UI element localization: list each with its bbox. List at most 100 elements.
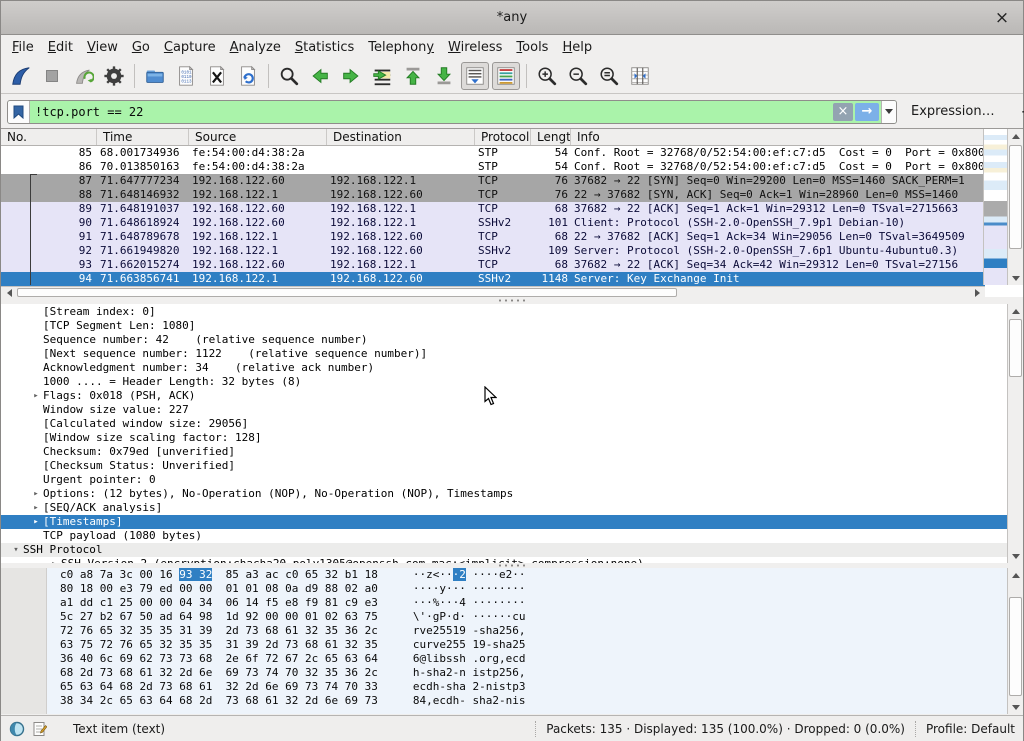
hex-bytes[interactable]: c0 a8 7a 3c 00 16 93 32 85 a3 ac c0 65 3… <box>60 568 378 582</box>
reload-file-button[interactable] <box>234 62 262 90</box>
detail-row[interactable]: [Calculated window size: 29056] <box>1 417 1009 431</box>
scrollbar-thumb[interactable] <box>1009 597 1022 696</box>
go-first-packet-button[interactable] <box>399 62 427 90</box>
detail-row[interactable]: [TCP Segment Len: 1080] <box>1 319 1009 333</box>
capture-options-button[interactable] <box>100 62 128 90</box>
detail-row[interactable]: ▸Options: (12 bytes), No-Operation (NOP)… <box>1 487 1009 501</box>
pane-splitter[interactable] <box>1 297 1023 304</box>
filter-history-dropdown[interactable] <box>881 100 896 124</box>
packet-row-91[interactable]: 9171.648789678192.168.122.1192.168.122.6… <box>1 230 985 244</box>
column-header-time[interactable]: Time <box>97 129 189 145</box>
hex-bytes[interactable]: 38 34 2c 65 63 64 68 2d 73 68 61 32 2d 6… <box>60 694 378 708</box>
scroll-up-arrow[interactable] <box>1008 568 1023 582</box>
packet-list-header[interactable]: No.TimeSourceDestinationProtocolLengthIn… <box>1 129 1023 146</box>
scroll-up-arrow[interactable] <box>1008 304 1023 318</box>
filter-input[interactable]: !tcp.port == 22 <box>30 105 833 119</box>
save-file-button[interactable]: 0101 0110 0113 <box>172 62 200 90</box>
menu-help[interactable]: Help <box>555 38 599 57</box>
tree-expand-right-icon[interactable]: ▸ <box>29 501 43 515</box>
hex-bytes[interactable]: 65 63 64 68 2d 73 68 61 32 2d 6e 69 73 7… <box>60 680 378 694</box>
menu-telephony[interactable]: Telephony <box>361 38 441 57</box>
hex-row-0090[interactable]: 009068 2d 73 68 61 32 2d 6e 69 73 74 70 … <box>1 666 1023 680</box>
filter-bookmark-button[interactable] <box>8 101 30 123</box>
column-header-info[interactable]: Info <box>571 129 1023 145</box>
ascii-bytes[interactable]: rve25519 -sha256, <box>413 624 526 638</box>
detail-row[interactable]: Urgent pointer: 0 <box>1 473 1009 487</box>
menu-go[interactable]: Go <box>125 38 157 57</box>
add-filter-button[interactable]: + <box>1021 102 1024 121</box>
detail-row[interactable]: ▸Flags: 0x018 (PSH, ACK) <box>1 389 1009 403</box>
menu-analyze[interactable]: Analyze <box>223 38 288 57</box>
packet-row-89[interactable]: 8971.648191037192.168.122.60192.168.122.… <box>1 202 985 216</box>
close-window-button[interactable]: × <box>991 7 1013 29</box>
scroll-down-arrow[interactable] <box>1008 700 1023 714</box>
display-filter-field[interactable]: !tcp.port == 22 × → <box>7 100 897 124</box>
ascii-bytes[interactable]: ····y··· ········ <box>413 582 526 596</box>
column-header-no[interactable]: No. <box>1 129 97 145</box>
hex-row-0050[interactable]: 00505c 27 b2 67 50 ad 64 98 1d 92 00 00 … <box>1 610 1023 624</box>
start-capture-button[interactable] <box>7 62 35 90</box>
open-file-button[interactable] <box>141 62 169 90</box>
detail-row[interactable]: ▾SSH Protocol <box>1 543 1009 557</box>
filter-clear-button[interactable]: × <box>833 103 853 121</box>
detail-row[interactable]: Window size value: 227 <box>1 403 1009 417</box>
hex-row-0070[interactable]: 007063 75 72 76 65 32 35 35 31 39 2d 73 … <box>1 638 1023 652</box>
ascii-bytes[interactable]: ··z<···2 ····e2·· <box>413 568 526 582</box>
menu-tools[interactable]: Tools <box>509 38 555 57</box>
column-header-destination[interactable]: Destination <box>327 129 475 145</box>
tree-expand-right-icon[interactable]: ▸ <box>29 487 43 501</box>
packet-list-vertical-scrollbar[interactable] <box>1007 129 1023 285</box>
hex-row-0040[interactable]: 0040a1 dd c1 25 00 00 04 34 06 14 f5 e8 … <box>1 596 1023 610</box>
ascii-bytes[interactable]: \'·gP·d· ······cu <box>413 610 526 624</box>
tree-expand-right-icon[interactable]: ▸ <box>29 389 43 403</box>
close-file-button[interactable] <box>203 62 231 90</box>
scroll-down-arrow[interactable] <box>1008 549 1023 563</box>
go-last-packet-button[interactable] <box>430 62 458 90</box>
expert-info-icon[interactable] <box>9 721 25 737</box>
detail-row[interactable]: Acknowledgment number: 34 (relative ack … <box>1 361 1009 375</box>
hex-bytes[interactable]: 36 40 6c 69 62 73 73 68 2e 6f 72 67 2c 6… <box>60 652 378 666</box>
column-header-source[interactable]: Source <box>189 129 327 145</box>
colorize-button[interactable] <box>492 62 520 90</box>
menu-file[interactable]: File <box>5 38 41 57</box>
scrollbar-thumb[interactable] <box>17 288 677 297</box>
title-bar[interactable]: *any × <box>1 1 1023 35</box>
ascii-bytes[interactable]: curve255 19-sha25 <box>413 638 526 652</box>
zoom-reset-button[interactable] <box>595 62 623 90</box>
detail-row[interactable]: ▸[Timestamps] <box>1 515 1009 529</box>
details-vertical-scrollbar[interactable] <box>1007 304 1023 563</box>
detail-row[interactable]: ▸[SEQ/ACK analysis] <box>1 501 1009 515</box>
hex-row-0030[interactable]: 003080 18 00 e3 79 ed 00 00 01 01 08 0a … <box>1 582 1023 596</box>
go-to-packet-button[interactable] <box>368 62 396 90</box>
go-forward-button[interactable] <box>337 62 365 90</box>
profile-status[interactable]: Profile: Default <box>926 722 1015 736</box>
ascii-bytes[interactable]: ecdh-sha 2-nistp3 <box>413 680 526 694</box>
filter-apply-button[interactable]: → <box>855 103 879 121</box>
stop-capture-button[interactable] <box>38 62 66 90</box>
scroll-up-arrow[interactable] <box>1008 129 1024 143</box>
tree-expand-right-icon[interactable]: ▸ <box>29 515 43 529</box>
tree-expand-down-icon[interactable]: ▾ <box>9 543 23 557</box>
menu-wireless[interactable]: Wireless <box>441 38 509 57</box>
ascii-bytes[interactable]: ···%···4 ········ <box>413 596 526 610</box>
scroll-down-arrow[interactable] <box>1008 271 1024 285</box>
scrollbar-thumb[interactable] <box>1009 145 1022 249</box>
detail-row[interactable]: TCP payload (1080 bytes) <box>1 529 1009 543</box>
hex-row-0080[interactable]: 008036 40 6c 69 62 73 73 68 2e 6f 72 67 … <box>1 652 1023 666</box>
detail-row[interactable]: [Window size scaling factor: 128] <box>1 431 1009 445</box>
packet-row-87[interactable]: 8771.647777234192.168.122.60192.168.122.… <box>1 174 985 188</box>
detail-row[interactable]: [Checksum Status: Unverified] <box>1 459 1009 473</box>
menu-capture[interactable]: Capture <box>157 38 223 57</box>
hex-bytes[interactable]: 80 18 00 e3 79 ed 00 00 01 01 08 0a d9 8… <box>60 582 378 596</box>
detail-row[interactable]: [Next sequence number: 1122 (relative se… <box>1 347 1009 361</box>
detail-row[interactable]: [Stream index: 0] <box>1 305 1009 319</box>
zoom-in-button[interactable] <box>533 62 561 90</box>
hex-bytes[interactable]: a1 dd c1 25 00 00 04 34 06 14 f5 e8 f9 8… <box>60 596 378 610</box>
find-packet-button[interactable] <box>275 62 303 90</box>
zoom-out-button[interactable] <box>564 62 592 90</box>
expression-button[interactable]: Expression… <box>911 104 995 119</box>
scrollbar-thumb[interactable] <box>1009 319 1022 377</box>
hex-row-00a0[interactable]: 00a065 63 64 68 2d 73 68 61 32 2d 6e 69 … <box>1 680 1023 694</box>
hex-row-00b0[interactable]: 00b038 34 2c 65 63 64 68 2d 73 68 61 32 … <box>1 694 1023 708</box>
restart-capture-button[interactable] <box>69 62 97 90</box>
